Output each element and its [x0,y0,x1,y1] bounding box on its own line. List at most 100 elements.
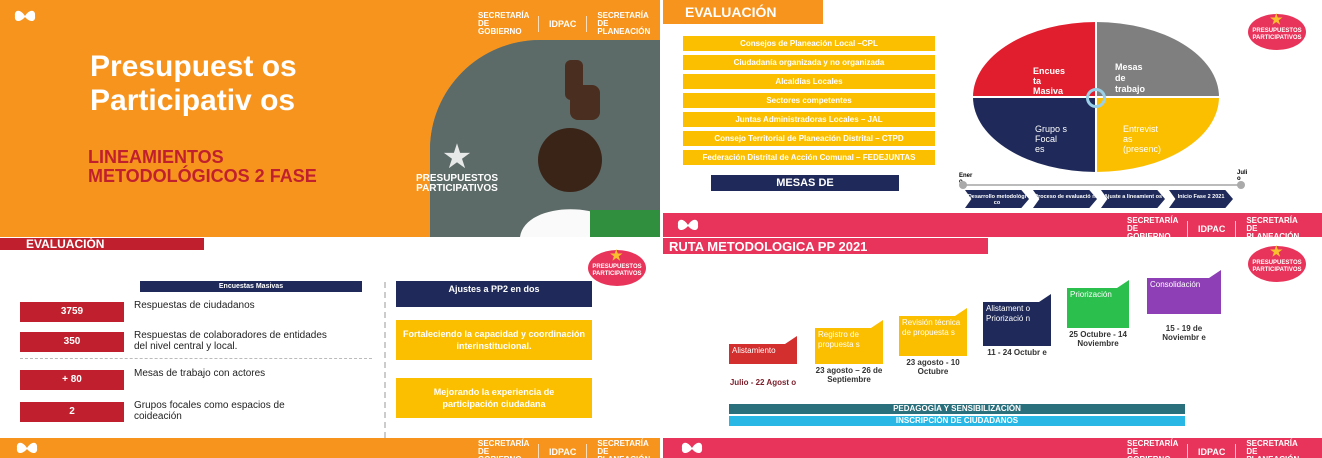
mesas-label: MESAS DE [711,175,899,191]
timeline-end-dot [1237,181,1245,189]
phase-flag-icon [955,308,967,316]
row-divider [20,358,372,359]
cover-subtitle: LINEAMIENTOS METODOLÓGICOS 2 FASE [88,147,317,186]
slide-1-cover: SECRETARÍA DE GOBIERNO IDPAC SECRETARÍA … [0,0,660,237]
logo-idpac: IDPAC [1198,447,1226,457]
stat-value: 3759 [20,302,124,322]
q-label-grupos: Grupo s Focal es [1035,124,1068,154]
logo-gobierno: SECRETARÍA DE GOBIERNO [1127,216,1179,238]
footer-logos: SECRETARÍA DE GOBIERNO IDPAC SECRETARÍA … [1127,217,1302,237]
star-icon: ★ [441,138,473,176]
logo-planeacion: SECRETARÍA DE PLANEACIÓN [1246,439,1299,458]
logo-gobierno: SECRETARÍA DE GOBIERNO [1127,439,1179,458]
phase-box-6: Consolidación [1147,278,1221,314]
footer-bar: SECRETARÍA DE GOBIERNO IDPAC SECRETARÍA … [663,438,1322,458]
phase-flag-icon [1117,280,1129,288]
pp-badge: ★ PRESUPUESTOS PARTICIPATIVOS [588,247,646,286]
bar-pedagogia: PEDAGOGÍA Y SENSIBILIZACIÓN [729,404,1185,414]
actor-item: Juntas Administradoras Locales – JAL [683,112,935,127]
actor-item: Alcaldías Locales [683,74,935,89]
phase-flag-icon [871,320,883,328]
phase-box-4: Alistament o Priorizació n [983,302,1051,346]
phase-dates: 15 - 19 de Noviembr e [1162,324,1206,342]
pp-badge: ★ PRESUPUESTOS PARTICIPATIVOS [1248,11,1306,50]
phase-dates: 23 agosto - 10 Octubre [906,358,960,376]
phase-dates: 23 agosto – 26 de Septiembre [815,366,883,384]
timeline-start-dot [959,181,967,189]
phase-box-2: Registro de propuesta s [815,328,883,364]
pp-watermark-logo: ★ PRESUPUESTOS PARTICIPATIVOS [392,140,522,200]
phase-box-5: Priorización [1067,288,1129,328]
slide-title: EVALUACIÓN [26,238,105,251]
slide-title: RUTA METODOLOGICA PP 2021 [669,239,868,254]
stat-value: 2 [20,402,124,422]
adjustment-item-1: Fortaleciendo la capacidad y coordinació… [396,320,592,360]
star-icon: ★ [1270,11,1283,27]
bar-pedagogia-label: PEDAGOGÍA Y SENSIBILIZACIÓN [893,404,1021,413]
logo-gobierno: SECRETARÍA DE GOBIERNO [478,439,530,458]
bar-inscripcion-label: INSCRIPCIÓN DE CIUDADANOS [895,416,1019,425]
phase-box-3: Revisión técnica de propuesta s [899,316,967,356]
stat-label: Respuestas de ciudadanos [134,300,255,311]
watermark-text: PRESUPUESTOS PARTICIPATIVOS [415,173,499,194]
q-label-mesas: Mesas de trabajo [1115,62,1146,94]
bar-inscripcion: INSCRIPCIÓN DE CIUDADANOS [729,416,1185,426]
timeline-line [963,184,1243,186]
star-icon: ★ [610,247,623,263]
phase-flag-icon [1209,270,1221,278]
cycle-icon [1086,88,1106,108]
phase-dates: 11 - 24 Octubr e [987,348,1047,357]
phase-flag-icon [785,336,797,344]
q-label-entrevistas: Entrevist as (presenc) [1123,124,1162,154]
slide-title: EVALUACIÓN [685,4,777,20]
actor-item: Ciudadanía organizada y no organizada [683,55,935,70]
title-bar: EVALUACIÓN [0,238,204,251]
title-bar: RUTA METODOLOGICA PP 2021 [663,238,988,254]
actor-item: Federación Distrital de Acción Comunal –… [683,150,935,165]
slide-4-ruta-metodologica: RUTA METODOLOGICA PP 2021 ★ PRESUPUESTOS… [663,238,1322,458]
title-bar: EVALUACIÓN [663,0,823,24]
star-icon: ★ [1270,243,1283,259]
logo-planeacion: SECRETARÍA DE PLANEACIÓN [1246,216,1300,238]
cover-title: Presupuest os Participativ os [90,50,297,117]
stat-label: Respuestas de colaboradores de entidades… [134,330,327,352]
logo-gobierno: SECRETARÍA DE GOBIERNO [478,11,530,36]
logo-planeacion: SECRETARÍA DE PLANEACIÓN [597,11,651,36]
logo-idpac: IDPAC [549,447,577,457]
timeline-step: Desarrollo metodológi co [965,190,1029,208]
table-header: Encuestas Masivas [140,281,362,292]
actor-item: Consejos de Planeación Local –CPL [683,36,935,51]
slide-3-evaluacion-resultados: EVALUACIÓN ★ PRESUPUESTOS PARTICIPATIVOS… [0,238,660,458]
footer-bar: SECRETARÍA DE GOBIERNO IDPAC SECRETARÍA … [663,213,1322,237]
adjustments-header: Ajustes a PP2 en dos [396,281,592,307]
timeline-step: Ajuste a lineamient os [1101,190,1165,208]
stat-value: 350 [20,332,124,352]
footer-logos: SECRETARÍA DE GOBIERNO IDPAC SECRETARÍA … [1127,440,1302,458]
butterfly-logo-icon [12,8,38,24]
q-label-encuesta: Encues ta Masiva [1033,66,1066,96]
butterfly-logo-icon [14,440,40,458]
footer-logos: SECRETARÍA DE GOBIERNO IDPAC SECRETARÍA … [478,440,653,458]
vertical-divider [384,282,386,438]
badge-text: PRESUPUESTOS PARTICIPATIVOS [1252,28,1302,41]
logo-idpac: IDPAC [549,19,577,29]
slide-2-evaluacion: EVALUACIÓN ★ PRESUPUESTOS PARTICIPATIVOS… [663,0,1322,237]
actor-item: Consejo Territorial de Planeación Distri… [683,131,935,146]
timeline-step: Proceso de evaluació n [1033,190,1097,208]
quadrant-grupos [973,98,1095,172]
phase-box-1: Alistamiento [729,344,797,364]
stat-label: Mesas de trabajo con actores [134,368,266,379]
phase-dates: 25 Octubre - 14 Noviembre [1069,330,1127,348]
phase-dates: Julio - 22 Agost o [729,378,797,387]
pp-badge: ★ PRESUPUESTOS PARTICIPATIVOS [1248,243,1306,282]
footer-bar: SECRETARÍA DE GOBIERNO IDPAC SECRETARÍA … [0,438,660,458]
butterfly-logo-icon [675,217,701,237]
stat-label: Grupos focales como espacios de coideaci… [134,400,285,422]
stat-value: + 80 [20,370,124,390]
header-logos: SECRETARÍA DE GOBIERNO IDPAC SECRETARÍA … [478,12,653,36]
timeline-step: Inicio Fase 2 2021 [1169,190,1233,208]
adjustment-item-2: Mejorando la experiencia de participació… [396,378,592,418]
logo-idpac: IDPAC [1198,224,1226,234]
phase-flag-icon [1039,294,1051,302]
badge-text: PRESUPUESTOS PARTICIPATIVOS [1252,260,1302,273]
